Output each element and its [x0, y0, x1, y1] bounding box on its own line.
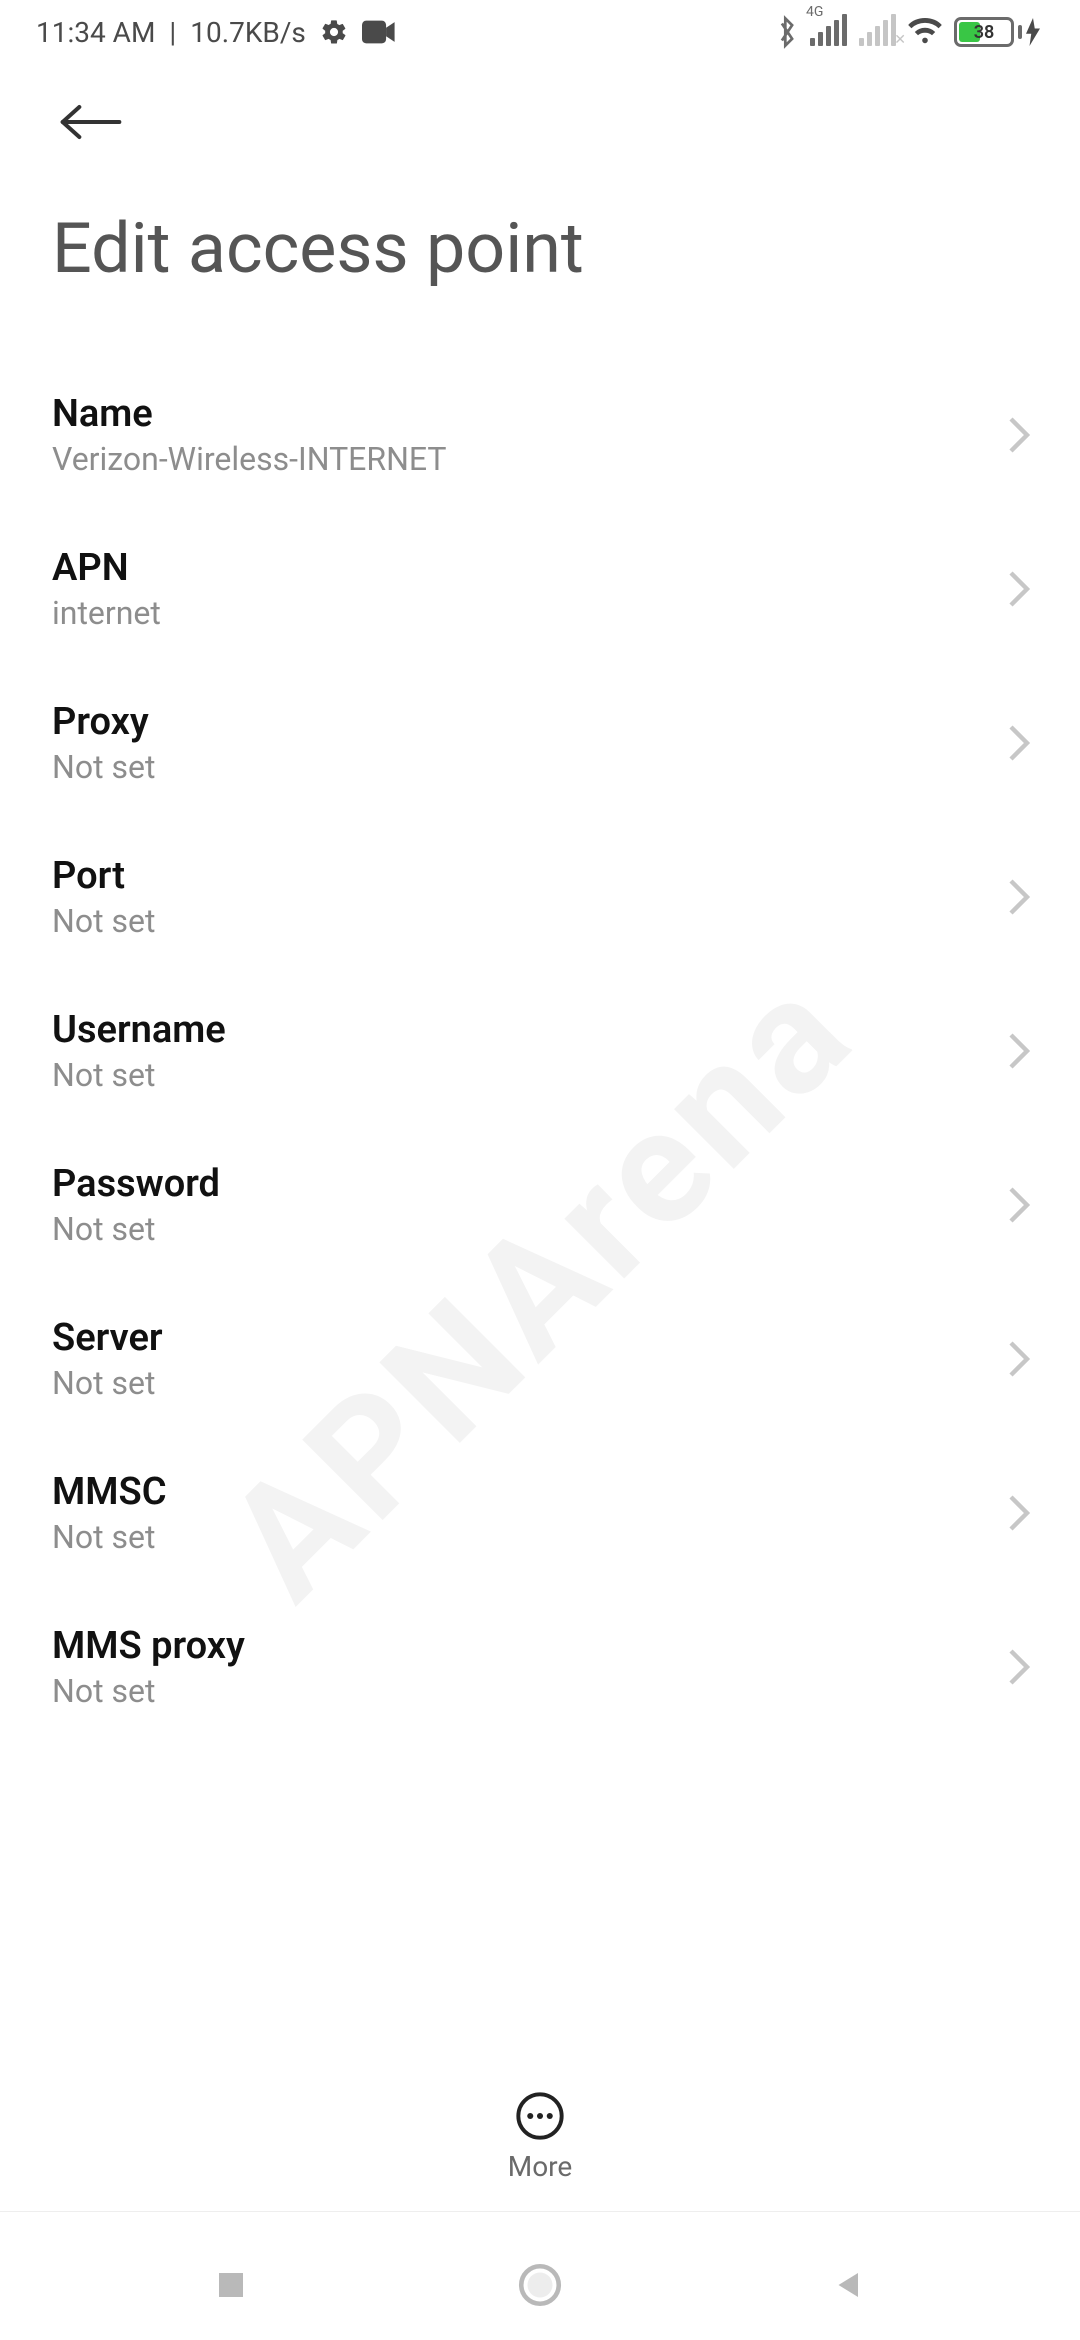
- row-label: MMSC: [52, 1470, 167, 1514]
- row-name[interactable]: Name Verizon-Wireless-INTERNET: [0, 360, 1080, 514]
- signal-tag: 4G: [806, 4, 823, 20]
- row-value: Not set: [52, 1210, 220, 1248]
- nav-home-button[interactable]: [515, 2260, 565, 2310]
- status-time: 11:34 AM: [36, 16, 155, 49]
- video-icon: [362, 20, 396, 44]
- nav-recents-button[interactable]: [213, 2267, 249, 2303]
- bluetooth-icon: [776, 15, 798, 49]
- charging-icon: [1026, 18, 1040, 46]
- arrow-left-icon: [56, 102, 126, 142]
- row-value: Not set: [52, 1672, 245, 1710]
- row-password[interactable]: Password Not set: [0, 1130, 1080, 1284]
- status-netspeed: 10.7KB/s: [190, 16, 306, 49]
- row-label: Port: [52, 854, 155, 898]
- nav-back-button[interactable]: [831, 2267, 867, 2303]
- row-value: Not set: [52, 1056, 226, 1094]
- system-nav-bar: [0, 2230, 1080, 2340]
- battery-icon: 38: [954, 17, 1040, 47]
- chevron-right-icon: [1006, 1493, 1032, 1537]
- chevron-right-icon: [1006, 723, 1032, 767]
- signal-secondary-icon: ✕: [859, 18, 896, 46]
- settings-icon: [320, 18, 348, 46]
- back-button[interactable]: [52, 98, 130, 150]
- row-mms-proxy[interactable]: MMS proxy Not set: [0, 1592, 1080, 1746]
- row-label: Server: [52, 1316, 163, 1360]
- more-label: More: [508, 2150, 573, 2183]
- chevron-right-icon: [1006, 1647, 1032, 1691]
- chevron-right-icon: [1006, 569, 1032, 613]
- row-label: MMS proxy: [52, 1624, 245, 1668]
- row-label: Proxy: [52, 700, 155, 744]
- row-mmsc[interactable]: MMSC Not set: [0, 1438, 1080, 1592]
- row-server[interactable]: Server Not set: [0, 1284, 1080, 1438]
- row-label: Username: [52, 1008, 226, 1052]
- row-username[interactable]: Username Not set: [0, 976, 1080, 1130]
- status-separator: |: [169, 16, 176, 49]
- wifi-icon: [908, 18, 942, 46]
- more-icon: [514, 2090, 566, 2142]
- chevron-right-icon: [1006, 415, 1032, 459]
- row-label: Name: [52, 392, 446, 436]
- page-title: Edit access point: [52, 150, 1028, 320]
- row-label: Password: [52, 1162, 220, 1206]
- more-button[interactable]: More: [498, 2080, 583, 2193]
- status-bar: 11:34 AM | 10.7KB/s 4G ✕: [0, 0, 1080, 64]
- chevron-right-icon: [1006, 1185, 1032, 1229]
- row-value: Not set: [52, 902, 155, 940]
- divider: [0, 2211, 1080, 2212]
- chevron-right-icon: [1006, 1339, 1032, 1383]
- signal-primary-icon: 4G: [810, 18, 847, 46]
- chevron-right-icon: [1006, 1031, 1032, 1075]
- row-value: internet: [52, 594, 161, 632]
- row-port[interactable]: Port Not set: [0, 822, 1080, 976]
- battery-percent: 38: [957, 22, 1011, 43]
- row-apn[interactable]: APN internet: [0, 514, 1080, 668]
- chevron-right-icon: [1006, 877, 1032, 921]
- row-value: Not set: [52, 748, 155, 786]
- settings-list: Name Verizon-Wireless-INTERNET APN inter…: [0, 320, 1080, 1746]
- row-label: APN: [52, 546, 161, 590]
- row-value: Not set: [52, 1518, 167, 1556]
- row-value: Not set: [52, 1364, 163, 1402]
- row-proxy[interactable]: Proxy Not set: [0, 668, 1080, 822]
- row-value: Verizon-Wireless-INTERNET: [52, 440, 446, 478]
